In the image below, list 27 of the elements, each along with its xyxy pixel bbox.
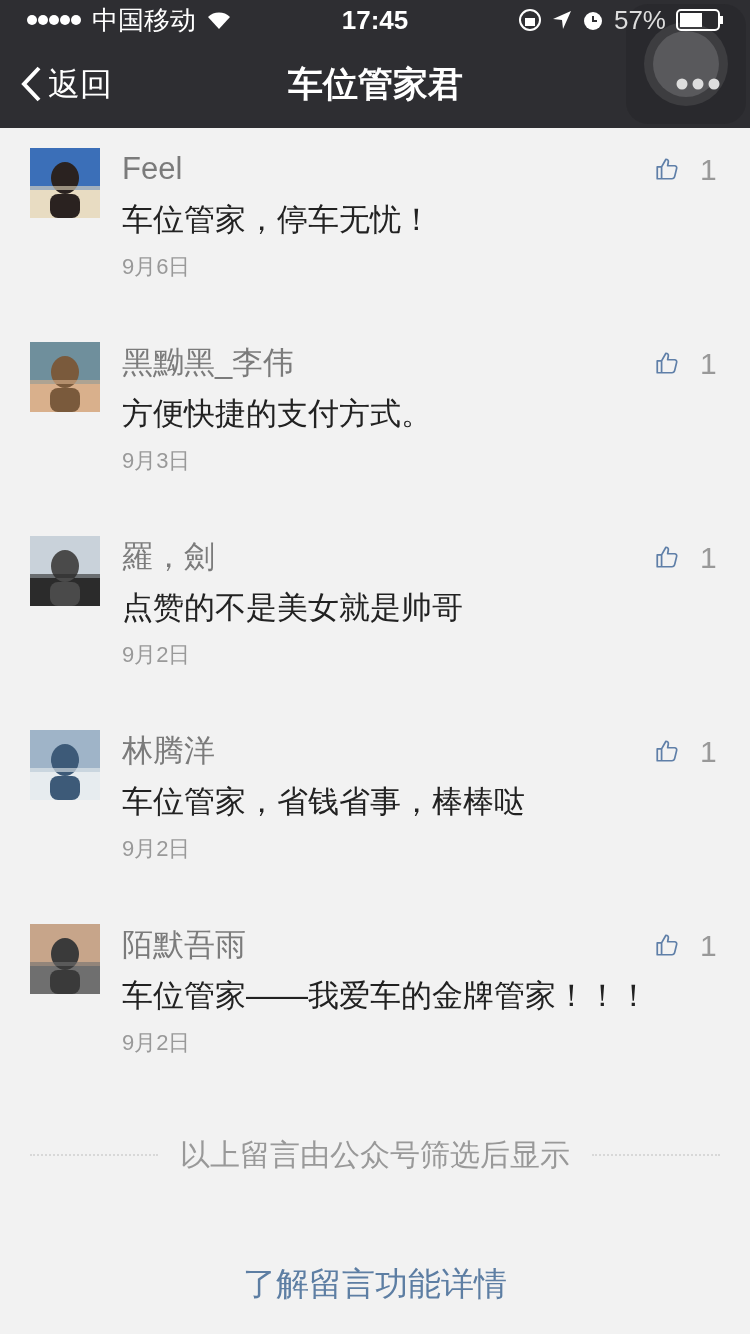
learn-more-link[interactable]: 了解留言功能详情	[243, 1259, 507, 1309]
like-count: 1	[700, 151, 718, 188]
commenter-name: 羅，劍	[122, 537, 216, 576]
comment-text: 车位管家，省钱省事，棒棒哒	[122, 783, 526, 821]
comment-text: 方便快捷的支付方式。	[122, 395, 433, 433]
back-button[interactable]: 返回	[20, 60, 112, 108]
commenter-name: Feel	[122, 149, 184, 188]
comment-date: 9月3日	[122, 447, 192, 475]
comment-date: 9月2日	[122, 1029, 192, 1057]
like-count: 1	[700, 539, 718, 576]
filter-note: 以上留言由公众号筛选后显示	[180, 1137, 570, 1173]
comment-text: 车位管家，停车无忧！	[122, 201, 433, 239]
clock-time: 17:45	[341, 3, 409, 37]
like-count: 1	[700, 927, 718, 964]
commenter-name: 陌默吾雨	[122, 925, 247, 964]
page-title: 车位管家君	[287, 62, 463, 105]
commenter-name: 黑黝黑_李伟	[122, 343, 296, 382]
comment-text: 车位管家——我爱车的金牌管家！！！	[122, 977, 650, 1015]
comment-date: 9月2日	[122, 641, 192, 669]
carrier-name: 中国移动	[92, 3, 196, 37]
comment-text: 点赞的不是美女就是帅哥	[122, 589, 464, 627]
comment-date: 9月2日	[122, 835, 192, 863]
battery-percent: 57%	[613, 3, 666, 37]
like-count: 1	[700, 733, 718, 770]
like-count: 1	[700, 345, 718, 382]
commenter-name: 林腾洋	[122, 731, 216, 770]
comment-date: 9月6日	[122, 253, 192, 281]
